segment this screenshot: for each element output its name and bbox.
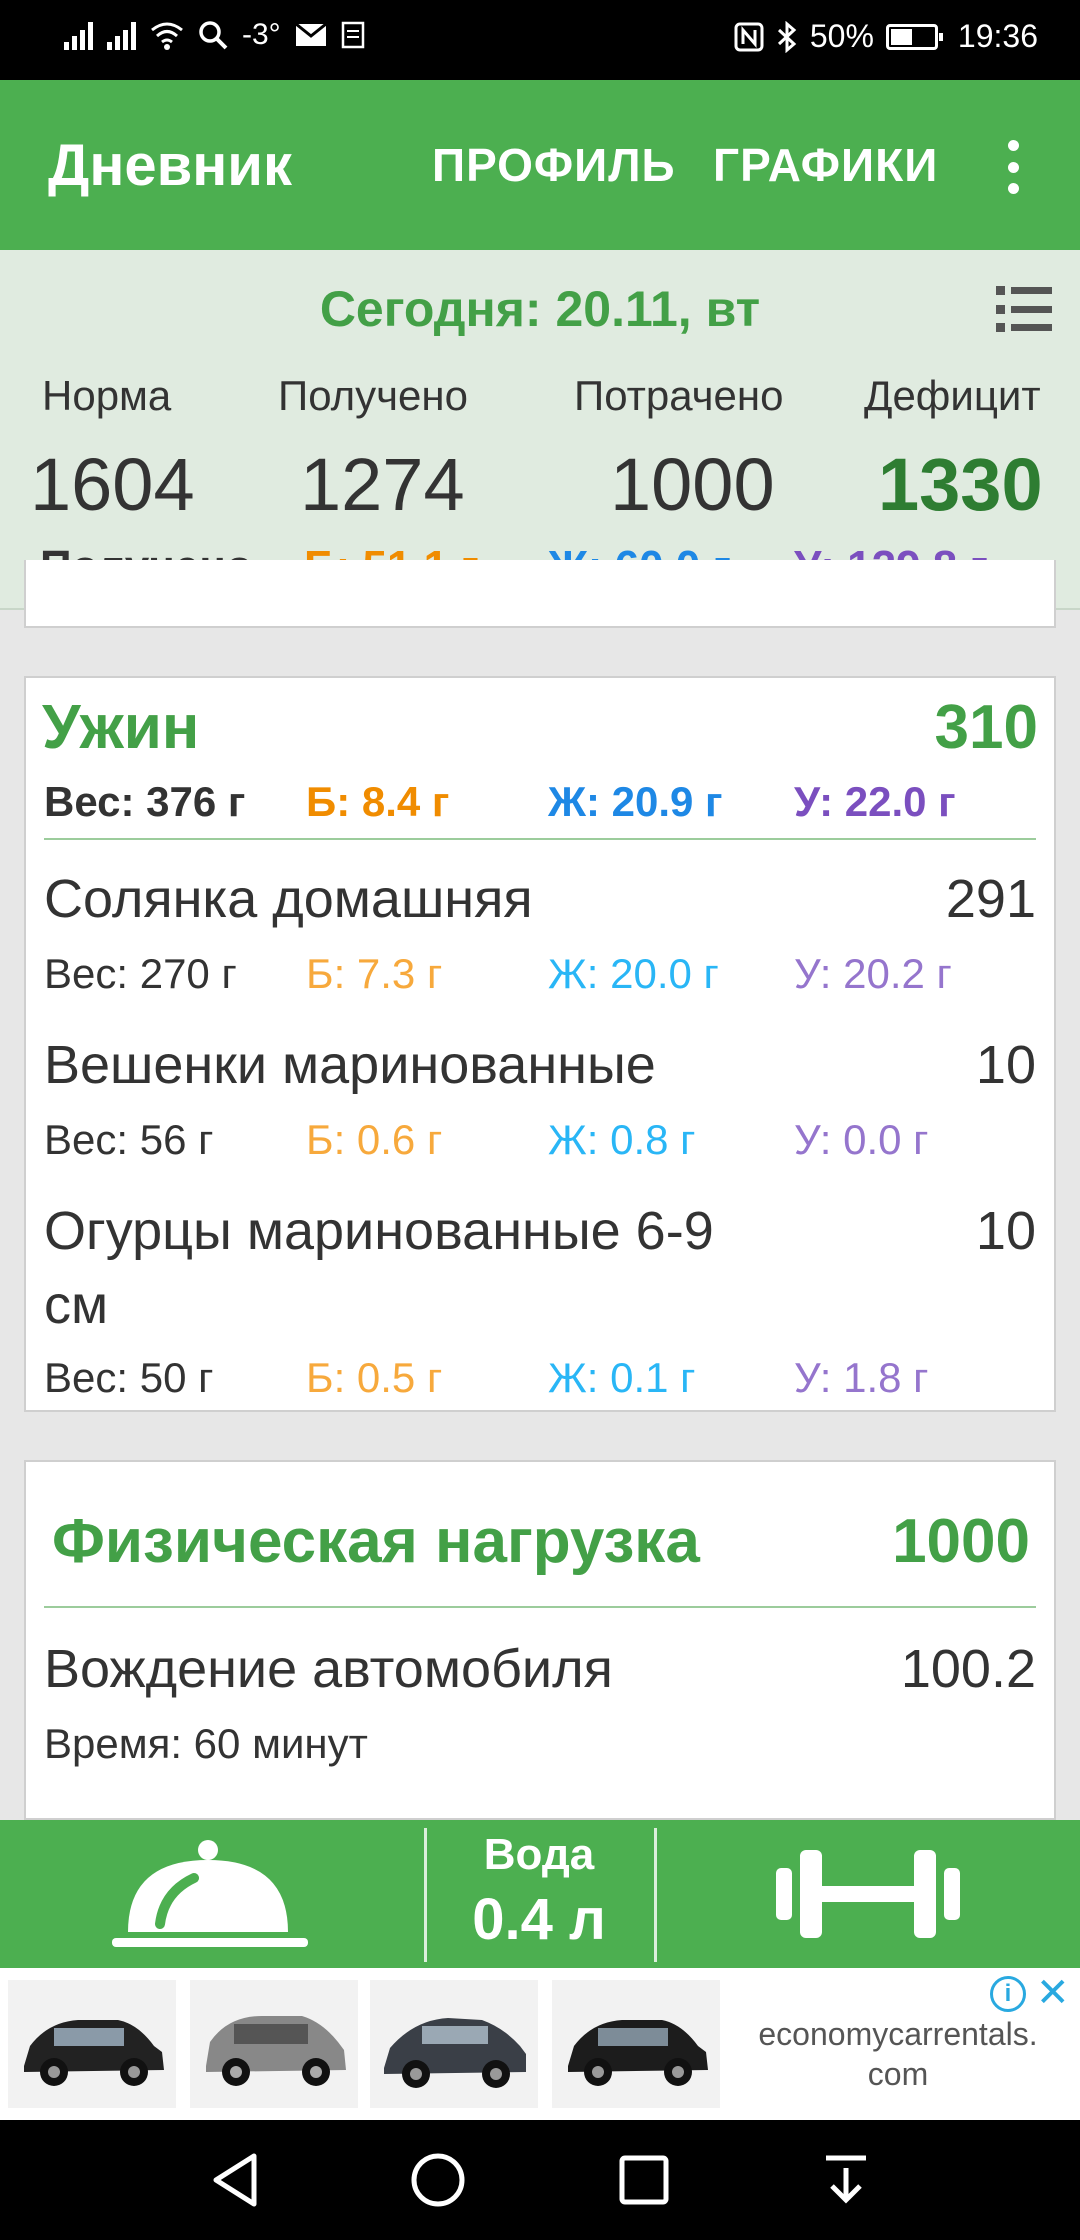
bottom-action-bar: Вода 0.4 л: [0, 1820, 1080, 1968]
daily-summary: Сегодня: 20.11, вт Норма Получено Потрач…: [0, 250, 1080, 610]
add-exercise-dumbbell-icon[interactable]: [776, 1846, 960, 1942]
back-icon[interactable]: [208, 2150, 262, 2210]
app-bar: Дневник ПРОФИЛЬ ГРАФИКИ: [0, 80, 1080, 250]
norm-value: 1604: [30, 443, 195, 526]
previous-meal-card[interactable]: [24, 560, 1056, 628]
ad-text-line2: com: [867, 2056, 929, 2092]
water-value[interactable]: 0.4 л: [426, 1886, 652, 1953]
cell-signal-2-icon: [107, 20, 136, 50]
food-protein: Б: 0.6 г: [306, 1116, 443, 1163]
bluetooth-icon: [777, 20, 797, 53]
add-meal-cloche-icon[interactable]: [112, 1838, 312, 1950]
meal-title: Ужин: [42, 693, 200, 762]
cell-signal-icon: [64, 20, 93, 50]
activity-kcal: 100.2: [900, 1639, 1036, 1699]
search-icon: [199, 21, 228, 50]
food-weight: Вес: 50 г: [44, 1354, 214, 1401]
received-label: Получено: [278, 372, 468, 419]
activity-card[interactable]: Физическая нагрузка 1000 Вождение автомо…: [24, 1460, 1056, 1820]
tab-profile[interactable]: ПРОФИЛЬ: [432, 138, 676, 192]
app-title-diary[interactable]: Дневник: [48, 132, 292, 199]
food-name-line1: Огурцы маринованные 6-9: [44, 1201, 714, 1261]
car-image[interactable]: [370, 1980, 538, 2108]
nfc-icon: [734, 22, 764, 51]
ad-text-line1: economycarrentals.: [758, 2016, 1038, 2052]
received-value: 1274: [300, 443, 465, 526]
notification-drawer-icon[interactable]: [824, 2152, 868, 2208]
food-carbs: У: 0.0 г: [794, 1116, 929, 1163]
battery-percent: 50%: [809, 18, 874, 54]
activity-divider: [44, 1606, 1036, 1608]
deficit-label: Дефицит: [864, 372, 1041, 419]
separator: [654, 1828, 657, 1962]
meal-fat: Ж: 20.9 г: [548, 778, 723, 825]
meal-protein: Б: 8.4 г: [306, 778, 450, 825]
food-fat: Ж: 0.8 г: [548, 1116, 696, 1163]
meal-divider: [44, 838, 1036, 840]
food-kcal: 10: [975, 1035, 1036, 1095]
food-name-line2: см: [44, 1275, 109, 1335]
status-left: -3°: [64, 18, 365, 52]
food-carbs: У: 20.2 г: [794, 950, 952, 997]
ad-banner[interactable]: i ✕ economycarrentals. com: [0, 1968, 1080, 2120]
system-navigation-bar: [0, 2120, 1080, 2240]
spent-value: 1000: [610, 443, 775, 526]
food-weight: Вес: 56 г: [44, 1116, 214, 1163]
deficit-value: 1330: [878, 443, 1043, 526]
meal-card-dinner[interactable]: Ужин 310 Вес: 376 г Б: 8.4 г Ж: 20.9 г У…: [24, 676, 1056, 1412]
today-date[interactable]: Сегодня: 20.11, вт: [0, 280, 1080, 338]
food-carbs: У: 1.8 г: [794, 1354, 929, 1401]
spent-label: Потрачено: [574, 372, 784, 419]
food-kcal: 291: [945, 869, 1036, 929]
activity-total: 1000: [892, 1507, 1030, 1576]
notification-icon: [341, 21, 364, 49]
food-name: Вешенки маринованные: [44, 1035, 656, 1095]
food-fat: Ж: 0.1 г: [548, 1354, 696, 1401]
food-protein: Б: 0.5 г: [306, 1354, 443, 1401]
tab-charts[interactable]: ГРАФИКИ: [713, 138, 938, 192]
car-image[interactable]: [190, 1980, 358, 2108]
car-image[interactable]: [8, 1980, 176, 2108]
meal-total-kcal: 310: [934, 693, 1038, 762]
mail-icon: [294, 23, 327, 46]
activity-name: Вождение автомобиля: [44, 1639, 613, 1699]
activity-title: Физическая нагрузка: [52, 1507, 700, 1576]
temperature-text: -3°: [242, 18, 281, 51]
wifi-icon: [151, 22, 183, 50]
list-view-icon[interactable]: [996, 286, 1052, 332]
ad-text[interactable]: economycarrentals. com: [728, 2014, 1068, 2094]
meal-carbs: У: 22.0 г: [794, 778, 956, 825]
more-options-icon[interactable]: [1000, 140, 1026, 194]
food-protein: Б: 7.3 г: [306, 950, 443, 997]
status-bar: -3° 50% 19:36: [0, 0, 1080, 80]
recents-icon[interactable]: [618, 2154, 670, 2206]
water-label[interactable]: Вода: [426, 1830, 652, 1880]
clock: 19:36: [957, 18, 1038, 54]
food-name: Солянка домашняя: [44, 869, 533, 929]
food-kcal: 10: [975, 1201, 1036, 1261]
norm-label: Норма: [42, 372, 172, 419]
food-weight: Вес: 270 г: [44, 950, 237, 997]
car-image[interactable]: [552, 1980, 720, 2108]
meal-weight: Вес: 376 г: [44, 778, 246, 825]
home-icon[interactable]: [410, 2152, 466, 2208]
battery-icon: [885, 23, 943, 50]
ad-close-icon[interactable]: ✕: [1036, 1970, 1070, 2016]
ad-info-icon[interactable]: i: [990, 1976, 1026, 2012]
status-right: 50% 19:36: [734, 18, 1038, 55]
activity-duration: Время: 60 минут: [44, 1720, 368, 1767]
food-fat: Ж: 20.0 г: [548, 950, 719, 997]
